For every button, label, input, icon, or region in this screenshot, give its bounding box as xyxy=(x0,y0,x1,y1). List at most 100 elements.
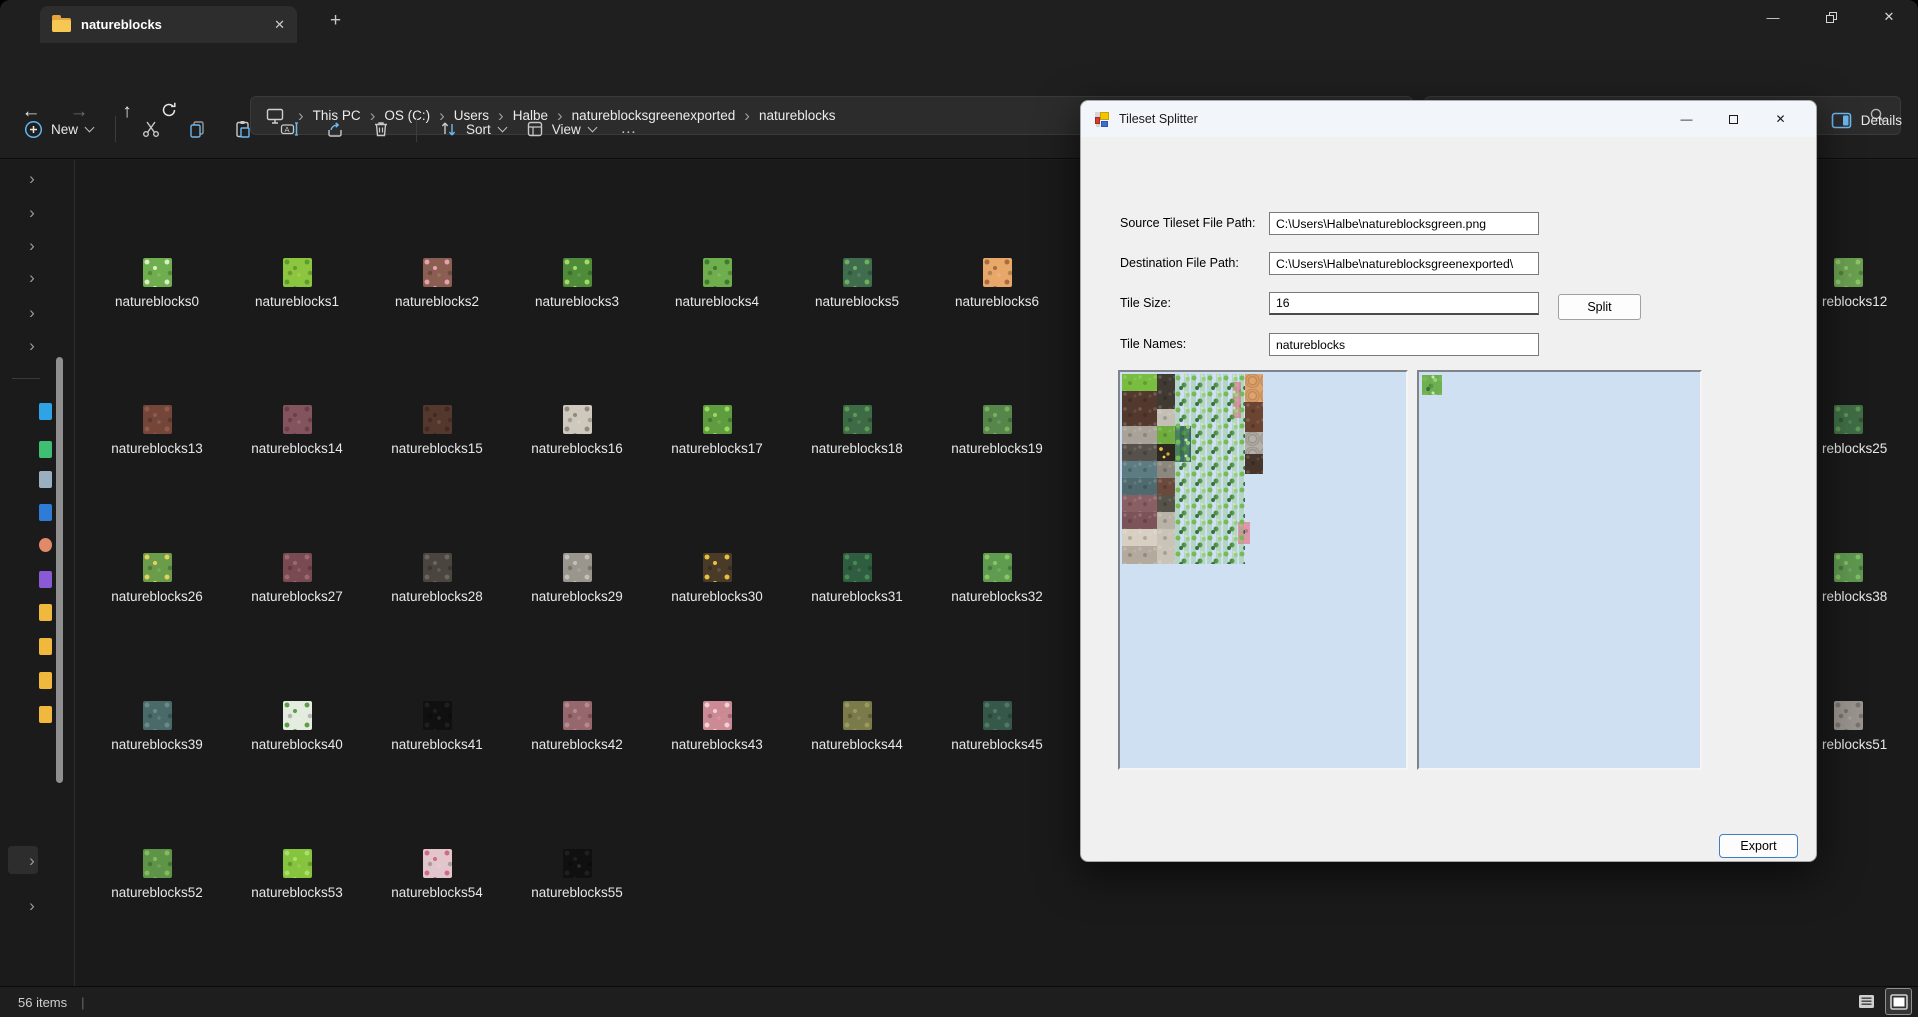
tileset-block xyxy=(1157,512,1175,529)
details-pane-button[interactable]: Details xyxy=(1831,112,1902,129)
file-label: natureblocks5 xyxy=(815,294,899,309)
more-options-button[interactable]: … xyxy=(606,110,652,148)
file-item[interactable]: natureblocks39 xyxy=(87,701,227,763)
tree-expand-chevron-icon[interactable]: › xyxy=(24,897,40,914)
source-path-input[interactable] xyxy=(1269,212,1539,235)
close-button[interactable]: ✕ xyxy=(1757,101,1804,137)
file-item[interactable]: natureblocks16 xyxy=(507,405,647,467)
sidebar-drive-icon[interactable] xyxy=(39,471,52,488)
close-button[interactable]: ✕ xyxy=(1860,0,1918,34)
file-item[interactable]: natureblocks55 xyxy=(507,849,647,911)
file-item[interactable]: natureblocks13 xyxy=(87,405,227,467)
tree-expand-chevron-icon[interactable]: › xyxy=(24,204,40,221)
paste-icon xyxy=(233,119,253,139)
tree-expand-chevron-icon[interactable]: › xyxy=(24,170,40,187)
export-button[interactable]: Export xyxy=(1719,834,1798,858)
tree-expand-chevron-icon[interactable]: › xyxy=(24,237,40,254)
file-item[interactable]: natureblocks15 xyxy=(367,405,507,467)
maximize-button[interactable] xyxy=(1710,101,1757,137)
file-item[interactable]: reblocks38 xyxy=(1822,553,1918,615)
file-item[interactable]: natureblocks4 xyxy=(647,258,787,320)
file-label: natureblocks1 xyxy=(255,294,339,309)
tile-names-input[interactable] xyxy=(1269,333,1539,356)
minimize-button[interactable]: — xyxy=(1663,101,1710,137)
sidebar-scrollbar[interactable] xyxy=(56,357,63,783)
tileset-block xyxy=(1122,461,1157,478)
view-button[interactable]: View xyxy=(516,112,606,146)
file-item[interactable]: natureblocks29 xyxy=(507,553,647,615)
file-item[interactable]: natureblocks45 xyxy=(927,701,1067,763)
file-item[interactable]: natureblocks18 xyxy=(787,405,927,467)
file-item[interactable]: natureblocks17 xyxy=(647,405,787,467)
file-thumbnail-icon xyxy=(563,701,592,730)
file-item[interactable]: natureblocks2 xyxy=(367,258,507,320)
file-item[interactable]: natureblocks6 xyxy=(927,258,1067,320)
sidebar-drive-icon[interactable] xyxy=(39,504,52,521)
paste-button[interactable] xyxy=(220,110,266,148)
file-item[interactable]: reblocks25 xyxy=(1822,405,1918,467)
file-item[interactable]: natureblocks3 xyxy=(507,258,647,320)
file-item[interactable]: natureblocks26 xyxy=(87,553,227,615)
rename-button[interactable]: A xyxy=(266,110,312,148)
sidebar-drive-icon[interactable] xyxy=(39,538,52,552)
file-item[interactable]: natureblocks27 xyxy=(227,553,367,615)
tileset-splitter-titlebar[interactable]: Tileset Splitter — ✕ xyxy=(1081,101,1816,137)
tree-expand-chevron-icon[interactable]: › xyxy=(24,337,40,354)
tile-size-input[interactable] xyxy=(1269,292,1539,315)
tab-title: natureblocks xyxy=(81,17,264,32)
split-button[interactable]: Split xyxy=(1558,294,1641,320)
share-button[interactable] xyxy=(312,110,358,148)
file-item[interactable]: natureblocks44 xyxy=(787,701,927,763)
file-item[interactable]: natureblocks1 xyxy=(227,258,367,320)
copy-button[interactable] xyxy=(174,110,220,148)
sidebar-drive-icon[interactable] xyxy=(39,706,52,723)
thumbnail-view-button[interactable] xyxy=(1885,988,1912,1015)
details-view-button[interactable] xyxy=(1853,988,1880,1015)
sidebar-drive-icon[interactable] xyxy=(39,638,52,655)
file-item[interactable]: reblocks12 xyxy=(1822,258,1918,320)
tree-expand-chevron-icon[interactable]: › xyxy=(24,852,40,869)
file-thumbnail-icon xyxy=(983,701,1012,730)
destination-path-input[interactable] xyxy=(1269,252,1539,275)
cut-icon xyxy=(141,119,161,139)
tree-expand-chevron-icon[interactable]: › xyxy=(24,304,40,321)
file-item[interactable]: natureblocks19 xyxy=(927,405,1067,467)
new-tab-button[interactable]: + xyxy=(330,10,341,32)
file-item[interactable]: reblocks51 xyxy=(1822,701,1918,763)
sidebar-drive-icon[interactable] xyxy=(39,441,52,458)
file-thumbnail-icon xyxy=(703,553,732,582)
file-item[interactable]: natureblocks40 xyxy=(227,701,367,763)
sort-button[interactable]: Sort xyxy=(429,112,516,146)
trash-icon xyxy=(371,119,391,139)
thumbnail-view-icon xyxy=(1890,994,1908,1010)
file-item[interactable]: natureblocks28 xyxy=(367,553,507,615)
new-button[interactable]: New xyxy=(14,112,103,147)
file-item[interactable]: natureblocks41 xyxy=(367,701,507,763)
file-item[interactable]: natureblocks54 xyxy=(367,849,507,911)
tile-names-label: Tile Names: xyxy=(1120,337,1186,351)
tree-expand-chevron-icon[interactable]: › xyxy=(24,269,40,286)
file-item[interactable]: natureblocks31 xyxy=(787,553,927,615)
sidebar-drive-icon[interactable] xyxy=(39,672,52,689)
file-item[interactable]: natureblocks30 xyxy=(647,553,787,615)
sidebar-drive-icon[interactable] xyxy=(39,604,52,621)
window-title: Tileset Splitter xyxy=(1119,112,1198,126)
file-item[interactable]: natureblocks14 xyxy=(227,405,367,467)
restore-button[interactable] xyxy=(1802,0,1860,34)
file-item[interactable]: natureblocks52 xyxy=(87,849,227,911)
sidebar-drive-icon[interactable] xyxy=(39,571,52,588)
tab-close-icon[interactable]: ✕ xyxy=(274,18,285,31)
delete-button[interactable] xyxy=(358,110,404,148)
tileset-block xyxy=(1157,374,1175,409)
sidebar-drive-icon[interactable] xyxy=(39,403,52,420)
file-item[interactable]: natureblocks32 xyxy=(927,553,1067,615)
file-item[interactable]: natureblocks0 xyxy=(87,258,227,320)
file-item[interactable]: natureblocks42 xyxy=(507,701,647,763)
chevron-down-icon xyxy=(85,122,95,132)
minimize-button[interactable]: — xyxy=(1744,0,1802,34)
explorer-tab[interactable]: natureblocks ✕ xyxy=(40,6,297,43)
file-item[interactable]: natureblocks43 xyxy=(647,701,787,763)
cut-button[interactable] xyxy=(128,110,174,148)
file-item[interactable]: natureblocks53 xyxy=(227,849,367,911)
file-item[interactable]: natureblocks5 xyxy=(787,258,927,320)
